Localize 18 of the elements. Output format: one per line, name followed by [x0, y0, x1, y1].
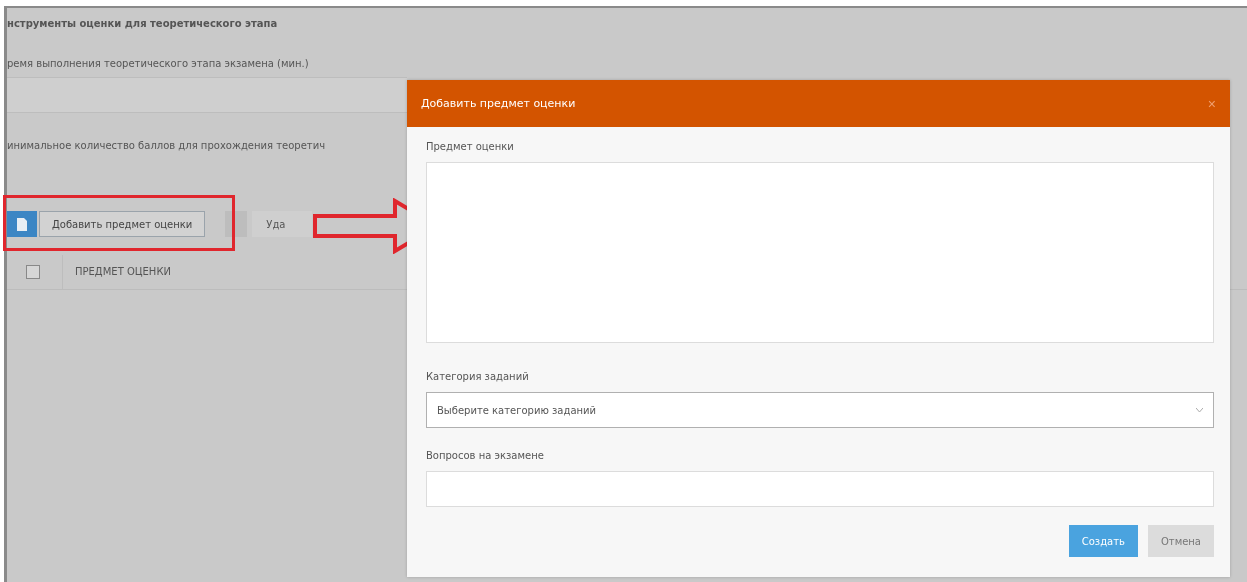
field-label: ремя выполнения теоретического этапа экзамена (мин.) — [7, 57, 309, 71]
input-field[interactable] — [7, 77, 407, 113]
delete-button[interactable]: Уда — [252, 211, 313, 237]
field-label: Вопросов на экзамене — [426, 450, 545, 461]
category-dropdown[interactable]: Выберите категорию заданий — [426, 392, 1214, 428]
chevron-icon — [1196, 407, 1203, 413]
field-label: Предмет оценки — [426, 141, 515, 152]
field-label: Категория заданий — [426, 371, 530, 382]
column-header[interactable]: ПРЕДМЕТ ОЦЕНКИ — [62, 255, 171, 289]
checkbox[interactable] — [26, 265, 40, 279]
create-button[interactable]: Создать — [1068, 525, 1138, 557]
field-label: инимальное количество баллов для прохождения теоретич — [7, 139, 326, 153]
cancel-button[interactable]: Отмена — [1147, 525, 1214, 557]
input-field[interactable] — [426, 471, 1214, 507]
add-button[interactable]: Добавить предмет оценки — [39, 211, 206, 237]
dialog-title: Добавить предмет оценки — [421, 97, 576, 110]
section-title: нструменты оценки для теоретического этапа — [7, 17, 279, 31]
document-icon[interactable] — [7, 211, 37, 237]
